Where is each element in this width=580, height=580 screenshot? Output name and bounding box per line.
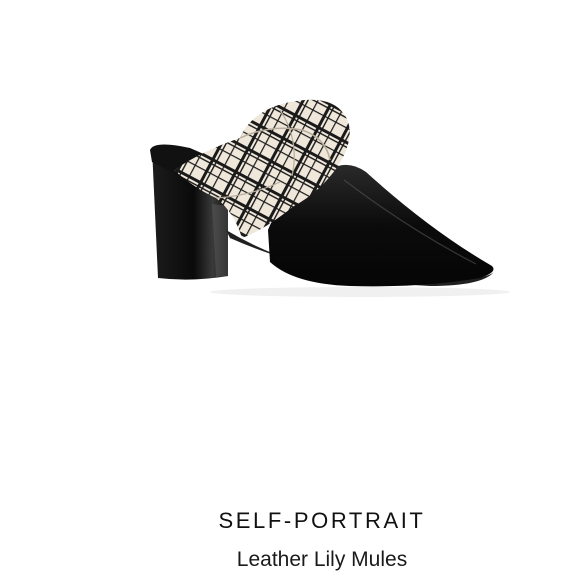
product-name[interactable]: Leather Lily Mules — [0, 548, 580, 572]
brand-name: SELF-PORTRAIT — [218, 508, 426, 533]
product-card[interactable]: SELF-PORTRAIT Leather Lily Mules — [0, 0, 580, 580]
mule-shoe-image[interactable] — [130, 80, 510, 310]
